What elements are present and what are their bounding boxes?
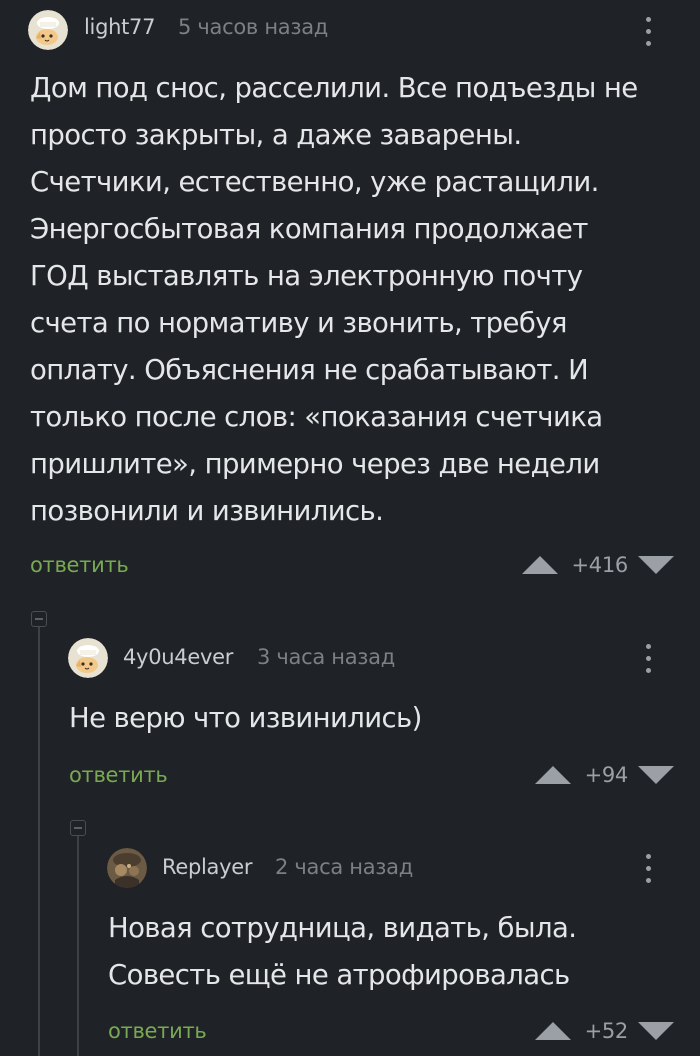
- comment-text-line: Счетчики, естественно, уже растащили.: [30, 166, 599, 198]
- username[interactable]: Replayer: [162, 855, 252, 879]
- comment-text-line: Совесть ещё не атрофировалась: [108, 959, 570, 991]
- downvote-icon[interactable]: [638, 556, 674, 574]
- reply-button[interactable]: ответить: [69, 763, 168, 787]
- username[interactable]: 4y0u4ever: [123, 645, 233, 669]
- cat-chef-avatar-icon: [28, 10, 68, 50]
- reply-button[interactable]: ответить: [30, 553, 129, 577]
- username[interactable]: light77: [84, 15, 155, 39]
- comment-text-line: Дом под снос, расселили. Все подъезды не: [30, 72, 638, 104]
- reply-button[interactable]: ответить: [108, 1019, 207, 1043]
- user-avatar[interactable]: [68, 638, 108, 678]
- upvote-icon[interactable]: [534, 766, 571, 784]
- more-options-icon[interactable]: [638, 848, 658, 888]
- more-options-icon[interactable]: [638, 11, 658, 51]
- rating-value: +94: [584, 763, 629, 787]
- comment-text-line: Новая сотрудница, видать, была.: [108, 912, 577, 944]
- user-avatar[interactable]: [107, 848, 147, 888]
- rating-value: +416: [571, 553, 629, 577]
- vote-controls: +52: [534, 1016, 674, 1046]
- thread-line: [38, 627, 40, 1056]
- downvote-icon[interactable]: [638, 1022, 674, 1040]
- comment-text-line: счета по нормативу и звонить, требуя: [30, 307, 567, 339]
- cat-chef-avatar-icon: [68, 638, 108, 678]
- collapse-thread-button[interactable]: [70, 820, 86, 836]
- comment-text-line: только после слов: «показания счетчика: [30, 401, 603, 433]
- more-options-icon[interactable]: [638, 638, 658, 678]
- timestamp: 5 часов назад: [178, 15, 329, 39]
- downvote-icon[interactable]: [638, 766, 674, 784]
- comment-text-line: пришлите», примерно через две недели: [30, 448, 600, 480]
- photo-avatar-icon: [107, 848, 147, 888]
- timestamp: 3 часа назад: [257, 645, 395, 669]
- vote-controls: +94: [534, 760, 674, 790]
- timestamp: 2 часа назад: [275, 855, 413, 879]
- collapse-thread-button[interactable]: [31, 611, 47, 627]
- comment-text-line: позвонили и извинились.: [30, 495, 384, 527]
- comment-text-line: оплату. Объяснения не срабатывают. И: [30, 354, 589, 386]
- comment-text-line: ГОД выставлять на электронную почту: [30, 260, 583, 292]
- comment-text: Новая сотрудница, видать, была. Совесть …: [108, 905, 577, 999]
- user-avatar[interactable]: [28, 10, 68, 50]
- vote-controls: +416: [521, 550, 674, 580]
- upvote-icon[interactable]: [534, 1022, 571, 1040]
- comment-text: Дом под снос, расселили. Все подъезды не…: [30, 65, 638, 535]
- thread-line: [77, 836, 79, 1056]
- rating-value: +52: [584, 1019, 629, 1043]
- comment-text-line: Энергосбытовая компания продолжает: [30, 213, 588, 245]
- comment-text-line: просто закрыты, а даже заварены.: [30, 119, 522, 151]
- comment-text: Не верю что извинились): [69, 695, 422, 742]
- comment-text-line: Не верю что извинились): [69, 702, 422, 734]
- upvote-icon[interactable]: [521, 556, 558, 574]
